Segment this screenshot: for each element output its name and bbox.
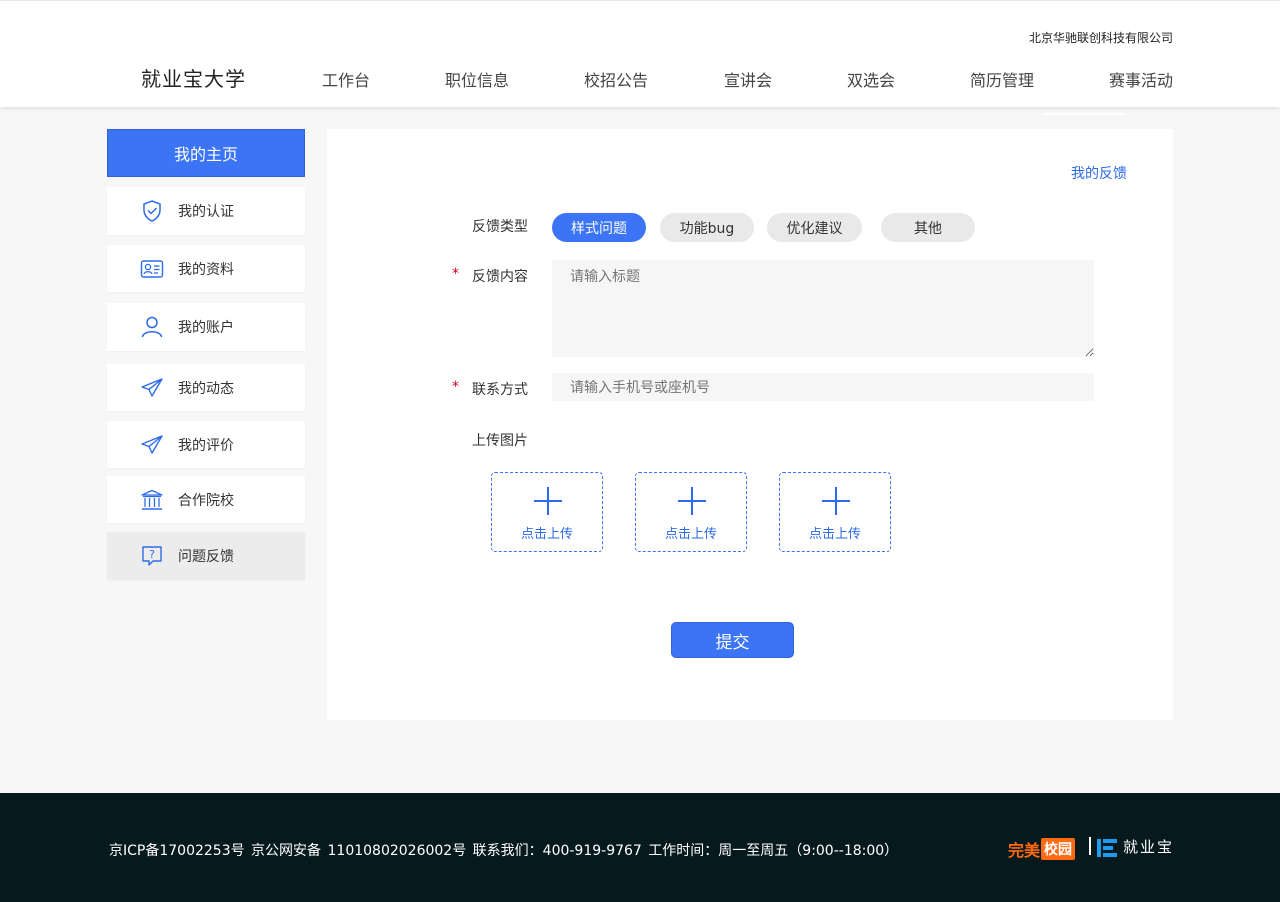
sidebar-item-label: 合作院校: [178, 492, 234, 509]
sidebar-item-label: 我的账户: [178, 320, 234, 336]
svg-text:?: ?: [149, 548, 155, 561]
upload-slot-2[interactable]: 点击上传: [635, 472, 747, 552]
institution-icon: [140, 488, 164, 512]
plus-icon: [534, 487, 562, 515]
jiuyebao-logo-icon: [1097, 837, 1117, 857]
required-mark: *: [452, 379, 459, 395]
nav-item-resumes[interactable]: 简历管理: [970, 67, 1034, 91]
brand-text-jiuyebao: 就业宝: [1123, 838, 1175, 856]
sidebar-item-feedback[interactable]: ? 问题反馈: [107, 532, 305, 580]
sidebar-item-profile[interactable]: 我的资料: [107, 245, 305, 292]
required-mark: *: [452, 266, 459, 282]
brand-logo-jiuyebao: 就业宝: [1097, 836, 1174, 857]
footer-info: 京ICP备17002253号 京公网安备 11010802026002号 联系我…: [109, 843, 899, 859]
feedback-type-label: 反馈类型: [472, 219, 528, 235]
plus-icon: [678, 487, 706, 515]
nav-item-job-fairs[interactable]: 双选会: [847, 67, 895, 91]
sidebar-home[interactable]: 我的主页: [107, 129, 305, 177]
type-pill-bug[interactable]: 功能bug: [660, 213, 754, 242]
paper-plane-icon: [140, 376, 164, 400]
top-header: 北京华驰联创科技有限公司 就业宝大学 工作台 职位信息 校招公告 宣讲会 双选会…: [0, 0, 1280, 107]
feedback-content-field[interactable]: [552, 260, 1094, 357]
nav-item-events[interactable]: 赛事活动: [1109, 67, 1173, 91]
submit-button[interactable]: 提交: [671, 622, 794, 658]
sidebar-item-label: 我的动态: [178, 380, 234, 397]
upload-slot-1[interactable]: 点击上传: [491, 472, 603, 552]
sidebar-item-label: 我的评价: [178, 437, 234, 454]
brand-divider: [1089, 837, 1091, 855]
nav-item-workbench[interactable]: 工作台: [322, 67, 370, 91]
contact-field[interactable]: [552, 373, 1094, 401]
company-name: 北京华驰联创科技有限公司: [1028, 31, 1173, 45]
type-pill-style-issue[interactable]: 样式问题: [552, 213, 646, 242]
sidebar-item-label: 问题反馈: [178, 549, 234, 565]
sidebar-item-reviews[interactable]: 我的评价: [107, 421, 305, 468]
nav-item-campus-notices[interactable]: 校招公告: [584, 67, 648, 91]
upload-slot-3[interactable]: 点击上传: [779, 472, 891, 552]
my-feedback-link[interactable]: 我的反馈: [1071, 163, 1127, 183]
type-pill-suggestion[interactable]: 优化建议: [767, 213, 862, 242]
site-footer: 京ICP备17002253号 京公网安备 11010802026002号 联系我…: [0, 793, 1280, 902]
content-label: 反馈内容: [472, 269, 528, 285]
user-icon: [140, 315, 164, 339]
sidebar-item-account[interactable]: 我的账户: [107, 303, 305, 351]
contact-label: 联系方式: [472, 382, 528, 398]
sidebar-item-label: 我的资料: [178, 261, 234, 278]
upload-slot-label: 点击上传: [808, 527, 861, 542]
paper-plane-icon: [140, 433, 164, 457]
profile-card-icon: [140, 257, 164, 281]
plus-icon: [822, 487, 850, 515]
sidebar-item-partner-schools[interactable]: 合作院校: [107, 476, 305, 523]
brand-logo-perfect-campus: 完美 校园: [1008, 837, 1076, 861]
nav-item-seminars[interactable]: 宣讲会: [724, 67, 772, 91]
sidebar-item-label: 我的认证: [178, 204, 234, 220]
sidebar-item-activity[interactable]: 我的动态: [107, 364, 305, 411]
upload-slot-label: 点击上传: [664, 527, 717, 542]
brand-text-b: 校园: [1041, 838, 1076, 860]
shield-check-icon: [140, 199, 164, 223]
main-nav: 工作台 职位信息 校招公告 宣讲会 双选会 简历管理 赛事活动: [0, 67, 1280, 91]
upload-slot-label: 点击上传: [520, 527, 573, 542]
brand-text-a: 完美: [1008, 841, 1041, 860]
question-bubble-icon: ?: [140, 544, 164, 568]
upload-label: 上传图片: [472, 433, 528, 449]
nav-item-jobs[interactable]: 职位信息: [445, 67, 509, 91]
nav-underline: [1044, 113, 1126, 115]
type-pill-other[interactable]: 其他: [881, 213, 975, 242]
sidebar-item-certification[interactable]: 我的认证: [107, 187, 305, 235]
